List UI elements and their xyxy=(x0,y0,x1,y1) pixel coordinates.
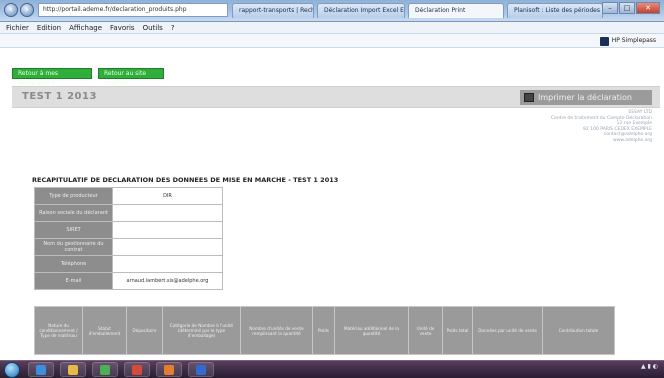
maximize-icon[interactable]: □ xyxy=(619,2,635,14)
info-value: DIR xyxy=(112,187,223,205)
top-actions: Retour à mes déclarations Retour au site… xyxy=(12,68,164,87)
column-header: Dépositaire xyxy=(126,306,163,355)
print-declaration-button[interactable]: Imprimer la déclaration xyxy=(520,90,652,105)
column-header: Poids total xyxy=(442,306,473,355)
table-row: Nom du gestionnaire du contrat xyxy=(34,238,223,256)
word-icon xyxy=(196,365,206,375)
app-icon xyxy=(132,365,142,375)
page-header: TEST 1 2013 Imprimer la déclaration xyxy=(12,86,660,108)
hp-label: HP Simplepass xyxy=(611,37,656,44)
folder-icon xyxy=(68,365,78,375)
ie-icon xyxy=(36,365,46,375)
info-value xyxy=(112,204,223,222)
info-label: Type de producteur xyxy=(34,187,113,205)
info-value: arnaud.lambert.sis@adelphe.org xyxy=(112,272,223,290)
address-block: ESSAY LTD Centre de traitement du Compte… xyxy=(482,110,652,144)
column-header: Catégorie de Nombre à l'unité (déterminé… xyxy=(162,306,241,355)
info-label: Nom du gestionnaire du contrat xyxy=(34,238,113,256)
tab-2[interactable]: Déclaration Import Excel Ex... xyxy=(317,3,405,18)
recap-title: RECAPITULATIF DE DECLARATION DES DONNEES… xyxy=(32,176,339,184)
back-to-declarations-button[interactable]: Retour à mes déclarations xyxy=(12,68,92,87)
taskbar-app[interactable] xyxy=(92,362,118,377)
close-icon[interactable]: ✕ xyxy=(636,2,660,14)
info-value xyxy=(112,221,223,239)
taskbar: ▲ ▮ ◐ xyxy=(0,360,664,378)
tab-3[interactable]: Déclaration Print xyxy=(408,3,504,18)
menu-item[interactable]: ? xyxy=(171,22,175,33)
hp-simplepass-button[interactable]: HP Simplepass xyxy=(599,35,656,47)
info-value xyxy=(112,255,223,273)
table-row: Raison sociale du déclarant xyxy=(34,204,223,222)
declarant-info-table: Type de producteur DIR Raison sociale du… xyxy=(34,187,223,290)
table-header-row: Nature du conditionnement / Type de maté… xyxy=(34,306,615,355)
taskbar-apps xyxy=(28,362,214,377)
forward-icon[interactable]: › xyxy=(20,3,34,17)
menu-item[interactable]: Edition xyxy=(37,22,61,33)
print-label: Imprimer la déclaration xyxy=(538,93,632,102)
info-label: E-mail xyxy=(34,272,113,290)
taskbar-app[interactable] xyxy=(124,362,150,377)
table-row: Téléphone xyxy=(34,255,223,273)
column-header: Données par unité de vente xyxy=(472,306,543,355)
column-header: Nature du conditionnement / Type de maté… xyxy=(34,306,83,355)
tab-1[interactable]: rapport-transports | Recherch... xyxy=(232,3,314,18)
minimize-icon[interactable]: – xyxy=(602,2,618,14)
printer-icon xyxy=(524,93,534,102)
address-line: www.adelphe.org xyxy=(613,137,652,143)
hp-icon xyxy=(599,36,609,46)
page-title: TEST 1 2013 xyxy=(22,91,97,102)
menu-item[interactable]: Favoris xyxy=(110,22,135,33)
info-label: SIRET xyxy=(34,221,113,239)
column-header: Contribution totale xyxy=(542,306,615,355)
address-bar[interactable]: http://portail.ademe.fr/declaration_prod… xyxy=(38,3,228,17)
menu-item[interactable]: Outils xyxy=(143,22,163,33)
taskbar-app[interactable] xyxy=(28,362,54,377)
menu-item[interactable]: Fichier xyxy=(6,22,29,33)
app-icon xyxy=(100,365,110,375)
favorites-bar: HP Simplepass xyxy=(0,34,664,48)
column-header: Poids xyxy=(312,306,335,355)
info-value xyxy=(112,238,223,256)
tab-strip: rapport-transports | Recherch... Déclara… xyxy=(232,3,603,18)
browser-titlebar: ‹ › http://portail.ademe.fr/declaration_… xyxy=(0,0,664,22)
column-header: Statut d'emballement xyxy=(82,306,127,355)
app-icon xyxy=(164,365,174,375)
table-row: Type de producteur DIR xyxy=(34,187,223,205)
column-header: Nombre d'unités de vente remplissant la … xyxy=(240,306,313,355)
menu-item[interactable]: Affichage xyxy=(69,22,102,33)
declaration-data-table: Nature du conditionnement / Type de maté… xyxy=(34,306,615,355)
back-icon[interactable]: ‹ xyxy=(4,3,18,17)
column-header: Matériau additionnel de la quantité xyxy=(334,306,409,355)
start-button[interactable] xyxy=(4,362,20,378)
tab-4[interactable]: Planisoft : Liste des périodes xyxy=(507,3,603,18)
table-row: E-mail arnaud.lambert.sis@adelphe.org xyxy=(34,272,223,290)
back-to-site-button[interactable]: Retour au site internet xyxy=(98,68,164,87)
tray-icons[interactable]: ▲ ▮ ◐ xyxy=(641,363,658,370)
system-tray: ▲ ▮ ◐ xyxy=(641,363,658,370)
taskbar-app[interactable] xyxy=(156,362,182,377)
menu-bar: Fichier Edition Affichage Favoris Outils… xyxy=(0,22,664,34)
info-label: Téléphone xyxy=(34,255,113,273)
window-controls: – □ ✕ xyxy=(602,2,660,14)
table-row: SIRET xyxy=(34,221,223,239)
nav-buttons: ‹ › xyxy=(4,3,34,17)
taskbar-app[interactable] xyxy=(188,362,214,377)
info-label: Raison sociale du déclarant xyxy=(34,204,113,222)
taskbar-app[interactable] xyxy=(60,362,86,377)
column-header: Unité de vente xyxy=(408,306,443,355)
